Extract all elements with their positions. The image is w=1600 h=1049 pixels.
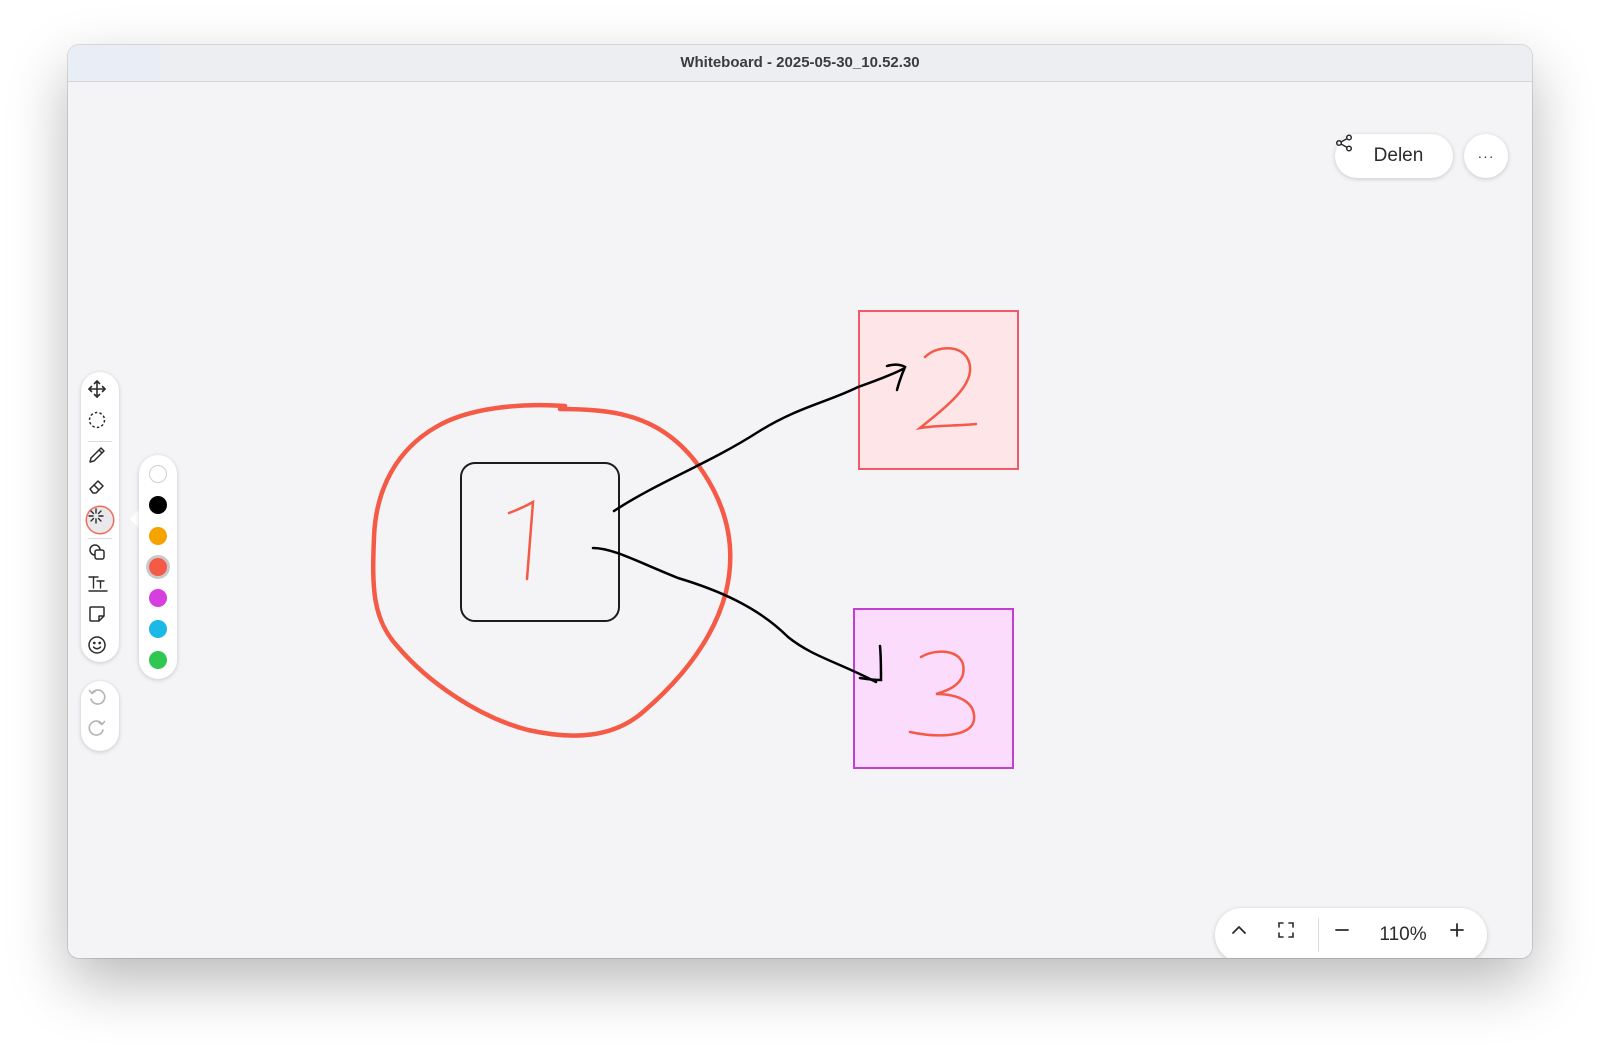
handwritten-1[interactable] [507, 499, 535, 581]
more-icon: ··· [1477, 148, 1495, 164]
window-title: Whiteboard - 2025-05-30_10.52.30 [680, 54, 920, 71]
title-bar: Whiteboard - 2025-05-30_10.52.30 [68, 45, 1532, 82]
laser-pointer-icon[interactable] [87, 507, 113, 533]
shape-box-2[interactable] [858, 310, 1019, 470]
drawing-layer[interactable] [68, 82, 1532, 958]
shape-box-1[interactable] [460, 462, 620, 622]
whiteboard-canvas[interactable]: Delen ··· 110% [68, 82, 1532, 958]
history-toolbar [81, 681, 119, 751]
color-palette [139, 455, 177, 679]
color-swatch-white[interactable] [149, 465, 167, 483]
zoom-out-icon[interactable] [1333, 921, 1361, 949]
emoji-icon[interactable] [87, 635, 113, 661]
zoom-in-icon[interactable] [1448, 921, 1476, 949]
toolbar-divider [88, 441, 112, 442]
undo-icon[interactable] [87, 687, 113, 713]
red-circle-stroke[interactable] [371, 402, 733, 738]
color-swatch-orange[interactable] [149, 527, 167, 545]
fit-screen-icon[interactable] [1277, 921, 1305, 949]
lasso-select-icon[interactable] [87, 410, 113, 436]
shape-box-3[interactable] [853, 608, 1014, 769]
move-icon[interactable] [87, 379, 113, 405]
arrow-to-box-3[interactable] [591, 546, 878, 684]
pen-icon[interactable] [87, 445, 113, 471]
zoom-divider [1318, 918, 1319, 952]
collapse-icon[interactable] [1230, 921, 1258, 949]
shapes-icon[interactable] [87, 542, 113, 568]
text-icon[interactable] [87, 573, 113, 599]
palette-pointer [130, 510, 139, 528]
color-swatch-red[interactable] [149, 558, 167, 576]
color-swatch-magenta[interactable] [149, 589, 167, 607]
tools-toolbar [81, 372, 119, 662]
zoom-controls: 110% [1215, 908, 1487, 958]
share-button[interactable]: Delen [1335, 134, 1453, 178]
eraser-icon[interactable] [87, 476, 113, 502]
whiteboard-window: Whiteboard - 2025-05-30_10.52.30 Delen ·… [68, 45, 1532, 958]
zoom-level[interactable]: 110% [1370, 908, 1436, 958]
toolbar-divider [88, 538, 112, 539]
share-button-label: Delen [1373, 145, 1424, 166]
redo-icon[interactable] [87, 718, 113, 744]
color-swatch-black[interactable] [149, 496, 167, 514]
color-swatch-green[interactable] [149, 651, 167, 669]
more-options-button[interactable]: ··· [1464, 134, 1508, 178]
color-swatch-cyan[interactable] [149, 620, 167, 638]
sticky-note-icon[interactable] [87, 604, 113, 630]
